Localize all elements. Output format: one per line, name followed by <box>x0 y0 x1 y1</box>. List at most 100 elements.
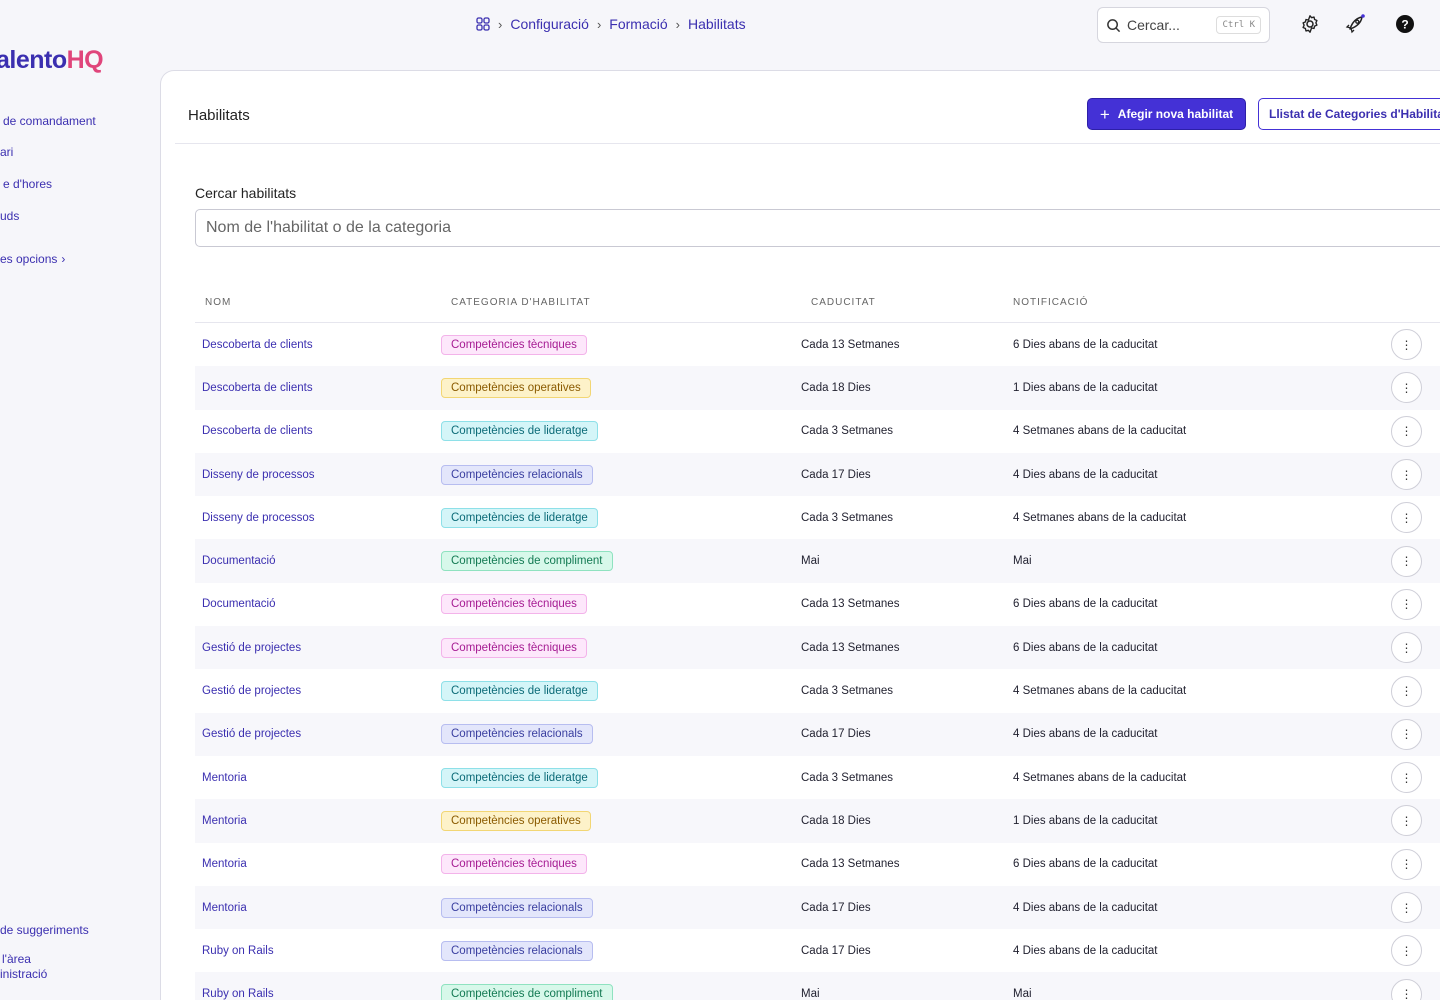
sidebar-item-admin-line1[interactable]: l'àrea <box>2 952 31 966</box>
row-actions-button[interactable]: ⋮ <box>1391 415 1422 447</box>
skill-name-link[interactable]: Disseny de processos <box>195 469 441 481</box>
category-badge: Competències relacionals <box>441 897 593 918</box>
skill-name-link[interactable]: Descoberta de clients <box>195 425 441 437</box>
breadcrumb-item-training[interactable]: Formació <box>609 16 667 32</box>
row-actions-button[interactable]: ⋮ <box>1391 632 1422 664</box>
category-badge: Competències de lideratge <box>441 421 598 442</box>
skill-name-link[interactable]: Ruby on Rails <box>195 945 441 957</box>
expiry-cell: Cada 17 Dies <box>801 468 871 481</box>
row-actions-button[interactable]: ⋮ <box>1391 372 1422 404</box>
skill-search-input[interactable] <box>195 209 1440 247</box>
sidebar-item-suggestions[interactable]: de suggeriments <box>0 923 89 937</box>
more-vertical-icon: ⋮ <box>1400 337 1413 352</box>
sidebar-item-dashboard[interactable]: de comandament <box>3 114 96 128</box>
more-vertical-icon: ⋮ <box>1400 684 1413 699</box>
row-actions-button[interactable]: ⋮ <box>1391 892 1422 923</box>
notification-cell: Mai <box>1013 555 1032 568</box>
sidebar-item-timesheet[interactable]: e d'hores <box>3 177 52 191</box>
add-skill-button[interactable]: + Afegir nova habilitat <box>1087 98 1246 130</box>
row-actions-button[interactable]: ⋮ <box>1391 762 1422 794</box>
row-actions-button[interactable]: ⋮ <box>1391 675 1422 707</box>
category-cell: Competències operatives <box>441 810 801 831</box>
sidebar-item-requests[interactable]: uds <box>0 209 19 223</box>
notification-cell: 4 Setmanes abans de la caducitat <box>1013 771 1187 784</box>
notification-cell: 4 Dies abans de la caducitat <box>1013 728 1158 741</box>
breadcrumb-item-config[interactable]: Configuració <box>510 16 589 32</box>
more-vertical-icon: ⋮ <box>1400 900 1413 915</box>
row-actions-button[interactable]: ⋮ <box>1391 848 1422 880</box>
skill-name-link[interactable]: Documentació <box>195 555 441 567</box>
page-title: Habilitats <box>188 107 250 124</box>
row-actions-button[interactable]: ⋮ <box>1391 718 1422 750</box>
notification-cell: 6 Dies abans de la caducitat <box>1013 338 1158 351</box>
row-actions-button[interactable]: ⋮ <box>1391 935 1422 967</box>
category-badge: Competències relacionals <box>441 724 593 745</box>
expiry-cell: Cada 17 Dies <box>801 728 871 741</box>
row-actions-button[interactable]: ⋮ <box>1391 545 1422 577</box>
row-actions-button[interactable]: ⋮ <box>1391 588 1422 620</box>
search-label: Cercar habilitats <box>195 185 297 201</box>
notification-cell: 4 Dies abans de la caducitat <box>1013 901 1158 914</box>
row-actions-button[interactable]: ⋮ <box>1391 502 1422 534</box>
skill-name-link[interactable]: Gestió de projectes <box>195 728 441 740</box>
skill-name-link[interactable]: Descoberta de clients <box>195 382 441 394</box>
table-row: Mentoria Competències de lideratge Cada 3 … <box>195 756 1440 799</box>
skill-name-link[interactable]: Mentoria <box>195 772 441 784</box>
more-vertical-icon: ⋮ <box>1400 424 1413 439</box>
column-header-category[interactable]: CATEGORIA D'HABILITAT <box>441 297 801 308</box>
more-vertical-icon: ⋮ <box>1400 813 1413 828</box>
notification-cell: 1 Dies abans de la caducitat <box>1013 381 1158 394</box>
sidebar-item-calendar[interactable]: ari <box>0 145 13 159</box>
skill-name-link[interactable]: Gestió de projectes <box>195 642 441 654</box>
global-search[interactable]: Cercar... Ctrl K <box>1097 7 1270 43</box>
gear-icon[interactable] <box>1300 14 1320 34</box>
expiry-cell: Cada 13 Setmanes <box>801 858 900 871</box>
skill-name-link[interactable]: Mentoria <box>195 815 441 827</box>
skill-name-link[interactable]: Ruby on Rails <box>195 988 441 1000</box>
breadcrumb-item-skills[interactable]: Habilitats <box>688 16 746 32</box>
table-body: Descoberta de clients Competències tècniq… <box>195 323 1440 1000</box>
notification-cell: Mai <box>1013 988 1032 1000</box>
category-badge: Competències tècniques <box>441 334 587 355</box>
expiry-cell: Cada 3 Setmanes <box>801 685 894 698</box>
category-cell: Competències de lideratge <box>441 421 801 442</box>
sidebar-item-admin-line2[interactable]: inistració <box>0 967 47 981</box>
row-actions-button[interactable]: ⋮ <box>1391 978 1422 1000</box>
category-cell: Competències operatives <box>441 377 801 398</box>
category-badge: Competències de lideratge <box>441 681 598 702</box>
table-row: Gestió de projectes Competències de lider… <box>195 669 1440 712</box>
category-badge: Competències de compliment <box>441 551 613 572</box>
category-cell: Competències tècniques <box>441 854 801 875</box>
table-row: Documentació Competències de compliment Ma… <box>195 539 1440 583</box>
main-panel: Habilitats + Afegir nova habilitat Llist… <box>160 70 1440 1000</box>
column-header-name[interactable]: NOM <box>195 297 441 308</box>
expiry-cell: Cada 18 Dies <box>801 381 871 394</box>
row-actions-button[interactable]: ⋮ <box>1391 329 1422 361</box>
table-row: Mentoria Competències operatives Cada 18 D… <box>195 799 1440 843</box>
plus-icon: + <box>1099 104 1110 124</box>
sidebar-item-more-options[interactable]: es opcions › <box>0 252 65 266</box>
skill-name-link[interactable]: Descoberta de clients <box>195 339 441 351</box>
apps-grid-icon[interactable] <box>476 17 490 31</box>
category-badge: Competències de lideratge <box>441 767 598 788</box>
table-row: Disseny de processos Competències relacio… <box>195 452 1440 497</box>
add-skill-label: Afegir nova habilitat <box>1117 107 1234 121</box>
more-vertical-icon: ⋮ <box>1400 770 1413 785</box>
skill-name-link[interactable]: Mentoria <box>195 902 441 914</box>
skill-name-link[interactable]: Documentació <box>195 598 441 610</box>
more-vertical-icon: ⋮ <box>1400 640 1413 655</box>
skill-categories-button[interactable]: Llistat de Categories d'Habilitats <box>1258 98 1440 130</box>
table-row: Mentoria Competències tècniques Cada 13 Se… <box>195 843 1440 886</box>
skill-name-link[interactable]: Gestió de projectes <box>195 685 441 697</box>
column-header-notification[interactable]: NOTIFICACIÓ <box>1013 297 1385 308</box>
skill-name-link[interactable]: Disseny de processos <box>195 512 441 524</box>
help-icon[interactable]: ? <box>1395 14 1415 34</box>
breadcrumb: › Configuració › Formació › Habilitats <box>476 16 746 32</box>
row-actions-button[interactable]: ⋮ <box>1391 459 1422 491</box>
row-actions-button[interactable]: ⋮ <box>1391 805 1422 837</box>
rocket-icon[interactable] <box>1345 14 1365 34</box>
brand-logo[interactable]: alentoHQ <box>0 46 104 75</box>
skill-name-link[interactable]: Mentoria <box>195 858 441 870</box>
category-cell: Competències relacionals <box>441 464 801 485</box>
column-header-expiry[interactable]: CADUCITAT <box>801 297 1013 308</box>
